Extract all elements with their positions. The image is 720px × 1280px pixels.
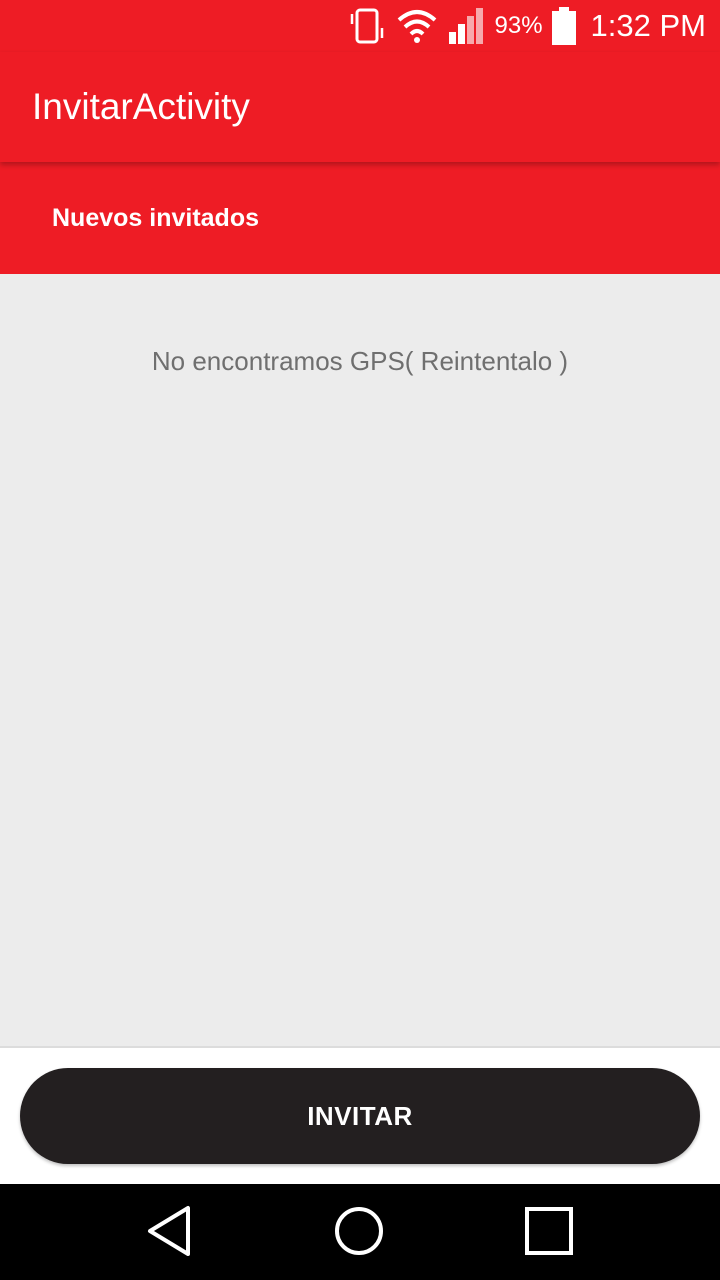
wifi-icon <box>395 6 439 46</box>
home-button[interactable] <box>332 1206 386 1260</box>
recents-icon <box>524 1206 574 1261</box>
back-button[interactable] <box>143 1204 197 1263</box>
section-header: Nuevos invitados <box>0 162 720 274</box>
section-title: Nuevos invitados <box>52 204 259 232</box>
battery-icon <box>551 6 577 46</box>
invite-button[interactable]: INVITAR <box>20 1068 700 1164</box>
navigation-bar <box>0 1184 720 1280</box>
empty-message: No encontramos GPS( Reintentalo ) <box>151 346 569 376</box>
guest-list[interactable]: No encontramos GPS( Reintentalo ) <box>0 274 720 1046</box>
status-icons: 93% 1:32 PM <box>347 0 706 52</box>
page-title: InvitarActivity <box>32 86 250 127</box>
home-icon <box>333 1205 385 1262</box>
app-bar: InvitarActivity <box>0 52 720 162</box>
status-bar: 93% 1:32 PM <box>0 0 720 52</box>
recents-button[interactable] <box>522 1206 576 1260</box>
bottom-action-area: INVITAR <box>0 1046 720 1184</box>
back-icon <box>146 1204 194 1263</box>
battery-percent: 93% <box>494 12 543 39</box>
vibrate-icon <box>347 6 387 46</box>
signal-icon <box>447 6 487 46</box>
clock: 1:32 PM <box>590 8 706 43</box>
